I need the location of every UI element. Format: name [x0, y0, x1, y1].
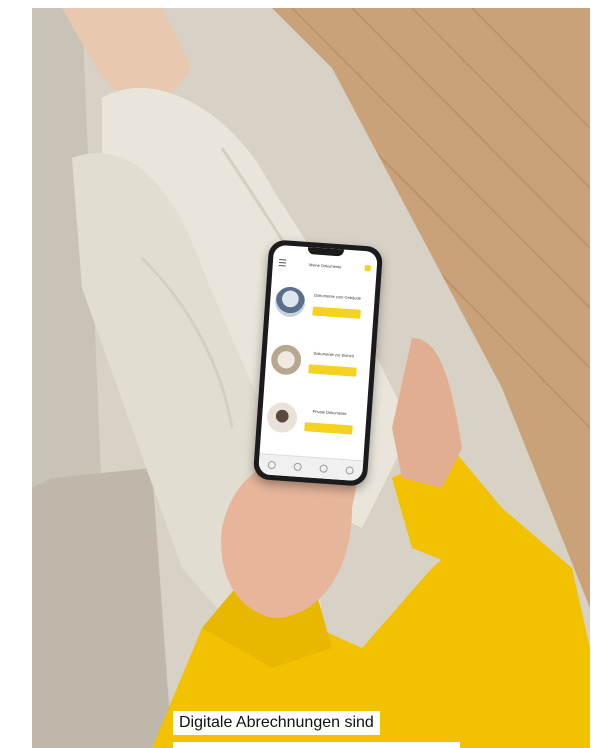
app-title: Meine Dokumente	[308, 261, 342, 269]
document-card-private[interactable]: Private Dokumente	[265, 391, 362, 449]
bottom-nav	[258, 453, 364, 482]
building-thumbnail	[274, 285, 307, 318]
private-thumbnail	[266, 401, 299, 434]
card-title: Dokumente zum Gebäude	[314, 292, 362, 301]
messages-icon[interactable]	[319, 464, 328, 473]
app-header: Meine Dokumente	[272, 255, 377, 276]
smartphone: Meine Dokumente Dokumente zum Gebäude Do…	[252, 239, 384, 487]
unit-thumbnail	[270, 343, 303, 376]
phone-screen: Meine Dokumente Dokumente zum Gebäude Do…	[258, 244, 378, 482]
open-button[interactable]	[308, 363, 357, 377]
document-card-building[interactable]: Dokumente zum Gebäude	[273, 275, 370, 333]
card-title: Private Dokumente	[312, 408, 347, 416]
profile-icon[interactable]	[345, 466, 354, 475]
document-card-unit[interactable]: Dokumente zur Einheit	[269, 333, 366, 391]
open-button[interactable]	[312, 306, 361, 319]
card-title: Dokumente zur Einheit	[313, 350, 355, 358]
open-button[interactable]	[304, 421, 353, 435]
home-icon[interactable]	[267, 460, 277, 470]
caption-text: Digitale Abrechnungen sind	[173, 711, 380, 735]
hamburger-menu-icon[interactable]	[278, 258, 287, 267]
phone-notch	[307, 247, 344, 257]
caption-bar	[173, 742, 460, 748]
documents-icon[interactable]	[293, 462, 302, 472]
account-icon[interactable]	[364, 265, 371, 272]
